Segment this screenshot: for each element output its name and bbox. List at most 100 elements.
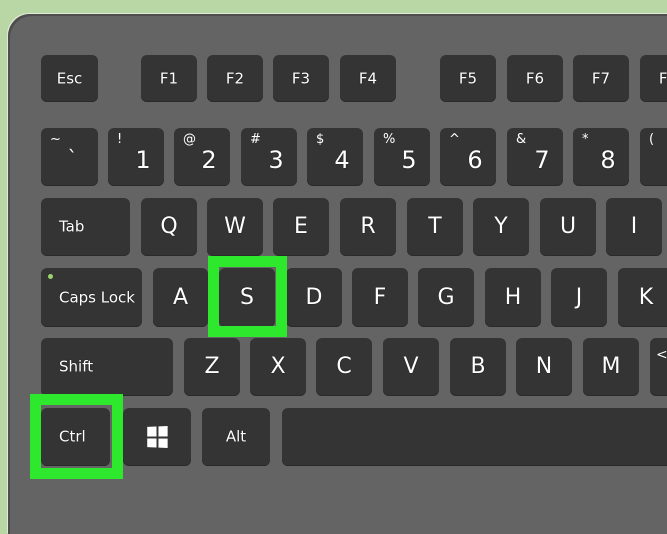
key-f2[interactable]: F2 bbox=[207, 55, 263, 102]
key-shift-label: ^ bbox=[449, 132, 460, 147]
key-label: F2 bbox=[225, 69, 245, 87]
key-label: F5 bbox=[458, 69, 478, 87]
key-7[interactable]: & 7 bbox=[507, 128, 563, 186]
key-label: T bbox=[428, 214, 442, 239]
key-shift-label: $ bbox=[316, 132, 325, 147]
key-label: 8 bbox=[600, 146, 616, 174]
key-shift-label: % bbox=[383, 132, 396, 147]
key-label: F8 bbox=[658, 69, 667, 87]
key-j[interactable]: J bbox=[551, 268, 607, 327]
key-label: Tab bbox=[59, 217, 85, 236]
key-label: 2 bbox=[201, 146, 217, 174]
key-i[interactable]: I bbox=[606, 198, 662, 256]
key-label: I bbox=[630, 214, 638, 239]
key-windows[interactable] bbox=[123, 408, 191, 466]
key-v[interactable]: V bbox=[383, 338, 439, 396]
key-label: C bbox=[336, 354, 352, 379]
key-shift-label: * bbox=[582, 132, 589, 147]
key-w[interactable]: W bbox=[207, 198, 263, 256]
key-8[interactable]: * 8 bbox=[573, 128, 629, 186]
key-esc[interactable]: Esc bbox=[41, 55, 98, 102]
key-label: S bbox=[240, 284, 254, 310]
key-label: F bbox=[373, 284, 387, 310]
key-u[interactable]: U bbox=[540, 198, 596, 256]
key-label: U bbox=[559, 214, 577, 239]
key-ctrl[interactable]: Ctrl bbox=[41, 408, 110, 466]
key-label: K bbox=[638, 284, 654, 310]
key-tab[interactable]: Tab bbox=[41, 198, 130, 256]
key-label: Shift bbox=[59, 357, 94, 376]
key-shift-label: & bbox=[516, 132, 527, 147]
key-caps-lock[interactable]: Caps Lock bbox=[41, 268, 142, 327]
key-label: 3 bbox=[268, 146, 284, 174]
key-label: Y bbox=[494, 214, 508, 239]
key-label: F3 bbox=[291, 69, 311, 87]
key-1[interactable]: ! 1 bbox=[108, 128, 164, 186]
key-r[interactable]: R bbox=[340, 198, 396, 256]
key-x[interactable]: X bbox=[250, 338, 306, 396]
key-label: Esc bbox=[56, 69, 83, 87]
key-label: V bbox=[403, 354, 419, 379]
key-n[interactable]: N bbox=[516, 338, 572, 396]
key-label: Z bbox=[204, 354, 220, 379]
key-s[interactable]: S bbox=[219, 268, 275, 327]
key-label: F1 bbox=[159, 69, 179, 87]
key-label: F7 bbox=[591, 69, 611, 87]
key-f3[interactable]: F3 bbox=[273, 55, 329, 102]
key-label: 1 bbox=[135, 146, 151, 174]
key-label: M bbox=[601, 354, 621, 379]
key-h[interactable]: H bbox=[485, 268, 541, 327]
key-2[interactable]: @ 2 bbox=[174, 128, 230, 186]
key-label: B bbox=[470, 354, 486, 379]
key-m[interactable]: M bbox=[583, 338, 639, 396]
key-k[interactable]: K bbox=[618, 268, 667, 327]
key-f5[interactable]: F5 bbox=[440, 55, 496, 102]
key-label: A bbox=[172, 284, 189, 310]
key-label: W bbox=[224, 214, 246, 239]
key-comma[interactable]: < bbox=[650, 338, 667, 396]
key-4[interactable]: $ 4 bbox=[307, 128, 363, 186]
key-f1[interactable]: F1 bbox=[141, 55, 197, 102]
key-shift-label: ~ bbox=[50, 132, 61, 147]
key-t[interactable]: T bbox=[407, 198, 463, 256]
key-label: X bbox=[270, 354, 286, 379]
key-q[interactable]: Q bbox=[141, 198, 197, 256]
key-f7[interactable]: F7 bbox=[573, 55, 629, 102]
key-alt[interactable]: Alt bbox=[202, 408, 270, 466]
key-label: H bbox=[504, 284, 522, 310]
key-f6[interactable]: F6 bbox=[507, 55, 563, 102]
key-e[interactable]: E bbox=[273, 198, 329, 256]
key-9[interactable]: ( 9 bbox=[640, 128, 667, 186]
key-f8[interactable]: F8 bbox=[640, 55, 667, 102]
key-3[interactable]: # 3 bbox=[241, 128, 297, 186]
key-c[interactable]: C bbox=[316, 338, 372, 396]
key-6[interactable]: ^ 6 bbox=[440, 128, 496, 186]
key-d[interactable]: D bbox=[286, 268, 342, 327]
key-shift-label: ( bbox=[649, 132, 655, 147]
key-b[interactable]: B bbox=[450, 338, 506, 396]
key-label: Ctrl bbox=[59, 427, 86, 446]
key-f4[interactable]: F4 bbox=[340, 55, 396, 102]
key-label: 4 bbox=[334, 146, 350, 174]
key-f[interactable]: F bbox=[352, 268, 408, 327]
key-backtick[interactable]: ~ ` bbox=[41, 128, 98, 186]
key-label: N bbox=[535, 354, 553, 379]
key-shift[interactable]: Shift bbox=[41, 338, 173, 396]
key-label: 5 bbox=[401, 146, 417, 174]
key-label: J bbox=[575, 284, 583, 310]
key-label: E bbox=[294, 214, 308, 239]
key-shift-label: # bbox=[250, 132, 261, 147]
key-a[interactable]: A bbox=[153, 268, 208, 327]
key-label: ` bbox=[67, 146, 78, 170]
key-label: Q bbox=[160, 214, 178, 239]
key-label: D bbox=[305, 284, 323, 310]
key-label: F4 bbox=[358, 69, 378, 87]
key-y[interactable]: Y bbox=[473, 198, 529, 256]
key-label: < bbox=[656, 347, 667, 363]
key-g[interactable]: G bbox=[418, 268, 474, 327]
caps-lock-indicator-icon bbox=[48, 274, 53, 279]
key-space[interactable] bbox=[282, 408, 667, 466]
key-5[interactable]: % 5 bbox=[374, 128, 430, 186]
key-label: 7 bbox=[534, 146, 550, 174]
key-z[interactable]: Z bbox=[184, 338, 240, 396]
